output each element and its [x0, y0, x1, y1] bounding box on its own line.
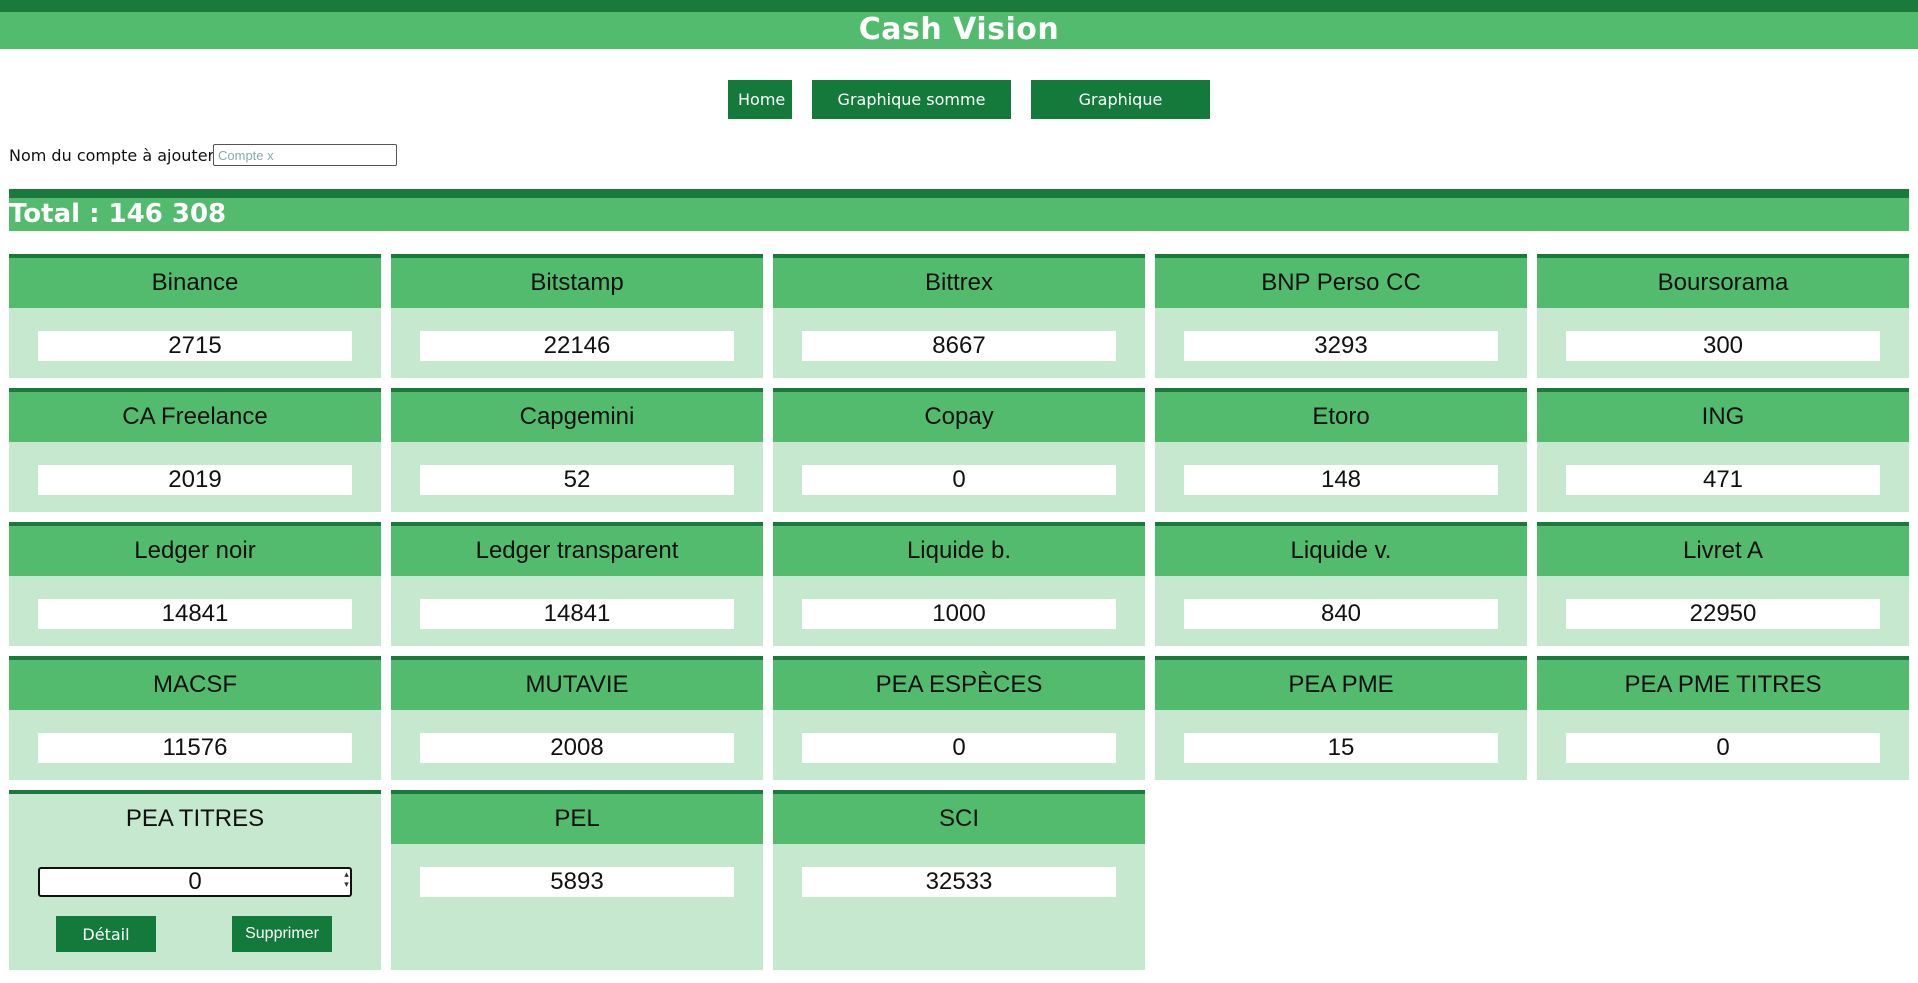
account-balance-input[interactable] — [38, 331, 352, 361]
account-card: Livret A — [1537, 522, 1909, 646]
account-balance-input[interactable] — [1566, 331, 1880, 361]
account-balance-input[interactable] — [420, 867, 734, 897]
account-balance-input[interactable] — [1184, 331, 1498, 361]
account-name[interactable]: Binance — [9, 258, 381, 308]
account-balance-input[interactable] — [1184, 599, 1498, 629]
account-name[interactable]: Capgemini — [391, 392, 763, 442]
account-card: Boursorama — [1537, 254, 1909, 378]
account-name[interactable]: MUTAVIE — [391, 660, 763, 710]
account-balance-input[interactable] — [38, 867, 352, 897]
account-balance-input[interactable] — [1566, 733, 1880, 763]
account-card: Copay — [773, 388, 1145, 512]
account-balance-input[interactable] — [802, 599, 1116, 629]
account-card: MUTAVIE — [391, 656, 763, 780]
account-balance-input[interactable] — [1184, 733, 1498, 763]
account-name[interactable]: Bittrex — [773, 258, 1145, 308]
account-card: Bittrex — [773, 254, 1145, 378]
nav-total-chart-button[interactable]: Graphique somme totale — [812, 80, 1011, 148]
account-card: Etoro — [1155, 388, 1527, 512]
accounts-grid: Binance Bitstamp Bittrex BNP Perso CC Bo… — [9, 254, 1911, 970]
account-name[interactable]: ING — [1537, 392, 1909, 442]
account-balance-input[interactable] — [420, 599, 734, 629]
account-name[interactable]: Boursorama — [1537, 258, 1909, 308]
add-account-input[interactable] — [213, 144, 397, 166]
account-card: Binance — [9, 254, 381, 378]
account-balance-input[interactable] — [38, 599, 352, 629]
account-balance-input[interactable] — [802, 733, 1116, 763]
account-card: Ledger noir — [9, 522, 381, 646]
account-name[interactable]: Ledger transparent — [391, 526, 763, 576]
account-card: Bitstamp — [391, 254, 763, 378]
account-balance-input[interactable] — [1566, 599, 1880, 629]
detail-button[interactable]: Détail — [56, 916, 156, 952]
account-card: PEL — [391, 790, 763, 970]
account-name[interactable]: PEL — [391, 794, 763, 844]
app-title: Cash Vision — [858, 12, 1060, 47]
account-balance-input[interactable] — [420, 331, 734, 361]
delete-button[interactable]: Supprimer — [232, 916, 332, 952]
account-card: Liquide b. — [773, 522, 1145, 646]
account-name[interactable]: CA Freelance — [9, 392, 381, 442]
account-balance-input[interactable] — [38, 465, 352, 495]
card-actions: Détail Supprimer — [56, 916, 332, 952]
account-card: SCI — [773, 790, 1145, 970]
account-card: BNP Perso CC — [1155, 254, 1527, 378]
account-name[interactable]: SCI — [773, 794, 1145, 844]
account-card: ING — [1537, 388, 1909, 512]
spinner-arrows-icon[interactable]: ▴ ▾ — [318, 869, 375, 889]
account-card: Capgemini — [391, 388, 763, 512]
account-name[interactable]: Copay — [773, 392, 1145, 442]
total-bar: Total : 146 308 — [9, 189, 1909, 231]
account-card: PEA PME TITRES — [1537, 656, 1909, 780]
account-name[interactable]: Livret A — [1537, 526, 1909, 576]
account-name[interactable]: PEA ESPÈCES — [773, 660, 1145, 710]
account-name[interactable]: PEA TITRES — [9, 794, 381, 844]
app-header: Cash Vision — [0, 0, 1918, 49]
account-name[interactable]: Liquide v. — [1155, 526, 1527, 576]
account-name[interactable]: Etoro — [1155, 392, 1527, 442]
account-name[interactable]: Ledger noir — [9, 526, 381, 576]
add-account-row: Nom du compte à ajouter — [9, 140, 397, 170]
account-balance-input[interactable] — [802, 465, 1116, 495]
nav-compare-chart-button[interactable]: Graphique comparatif — [1031, 80, 1210, 148]
account-balance-input[interactable] — [1184, 465, 1498, 495]
account-name[interactable]: PEA PME TITRES — [1537, 660, 1909, 710]
main-nav: Home Graphique somme totale Graphique co… — [0, 80, 1918, 148]
account-balance-input[interactable] — [1566, 465, 1880, 495]
account-balance-input[interactable] — [38, 733, 352, 763]
account-name[interactable]: MACSF — [9, 660, 381, 710]
account-name[interactable]: Liquide b. — [773, 526, 1145, 576]
account-balance-input[interactable] — [420, 733, 734, 763]
account-balance-input[interactable] — [802, 867, 1116, 897]
account-name[interactable]: Bitstamp — [391, 258, 763, 308]
account-card: CA Freelance — [9, 388, 381, 512]
add-account-label: Nom du compte à ajouter — [9, 145, 215, 165]
account-balance-input[interactable] — [420, 465, 734, 495]
account-card-active: PEA TITRES ▴▾ Détail Supprimer — [9, 790, 381, 970]
account-card: PEA PME — [1155, 656, 1527, 780]
nav-home-button[interactable]: Home — [728, 80, 792, 119]
account-card: Liquide v. — [1155, 522, 1527, 646]
account-name[interactable]: PEA PME — [1155, 660, 1527, 710]
account-card: PEA ESPÈCES — [773, 656, 1145, 780]
account-name[interactable]: BNP Perso CC — [1155, 258, 1527, 308]
account-balance-input[interactable] — [802, 331, 1116, 361]
account-card: Ledger transparent — [391, 522, 763, 646]
total-amount: Total : 146 308 — [9, 198, 227, 229]
account-card: MACSF — [9, 656, 381, 780]
